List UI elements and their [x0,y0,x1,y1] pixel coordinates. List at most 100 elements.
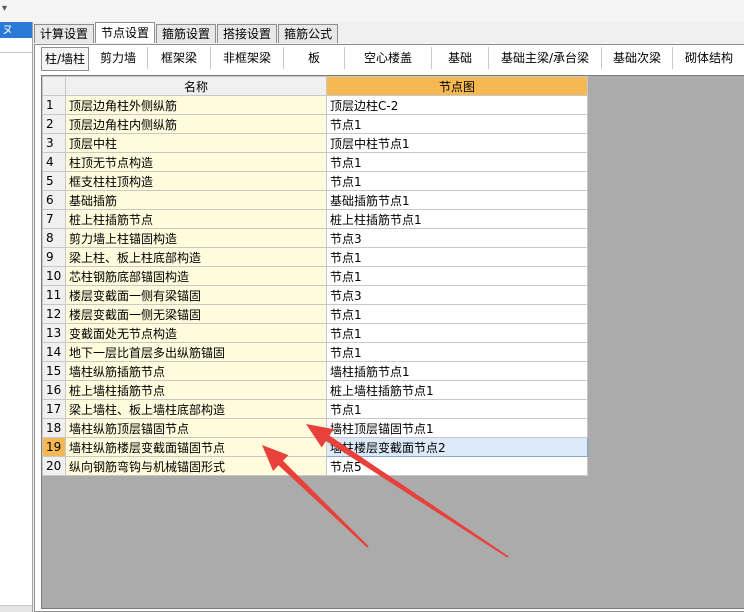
row-number[interactable]: 15 [42,361,66,381]
node-diagram-cell[interactable]: 节点1 [326,304,588,324]
node-name-cell[interactable]: 柱顶无节点构造 [65,152,327,172]
node-diagram-cell[interactable]: 节点1 [326,266,588,286]
row-number[interactable]: 12 [42,304,66,324]
left-panel-header[interactable]: ヌ [0,22,32,38]
node-name-cell[interactable]: 纵向钢筋弯钩与机械锚固形式 [65,456,327,476]
tab-1[interactable]: 计算设置 [34,24,95,43]
table-row[interactable]: 13 变截面处无节点构造 节点1 [42,323,588,343]
node-diagram-cell[interactable]: 节点1 [326,342,588,362]
node-diagram-cell[interactable]: 节点3 [326,285,588,305]
row-number[interactable]: 3 [42,133,66,153]
node-diagram-cell[interactable]: 顶层边柱C-2 [326,95,588,115]
node-diagram-cell[interactable]: 节点1 [326,399,588,419]
node-name-cell[interactable]: 楼层变截面一侧有梁锚固 [65,285,327,305]
node-diagram-cell[interactable]: 桩上墙柱插筋节点1 [326,380,588,400]
row-number[interactable]: 20 [42,456,66,476]
tab-2[interactable]: 节点设置 [95,22,156,43]
row-number[interactable]: 2 [42,114,66,134]
node-diagram-column-header[interactable]: 节点图 [326,76,588,96]
node-name-cell[interactable]: 顶层边角柱内侧纵筋 [65,114,327,134]
subtab-4[interactable]: 非框架梁 [211,47,285,69]
row-number[interactable]: 5 [42,171,66,191]
table-row[interactable]: 17 梁上墙柱、板上墙柱底部构造 节点1 [42,399,588,419]
node-name-cell[interactable]: 梁上墙柱、板上墙柱底部构造 [65,399,327,419]
node-diagram-cell[interactable]: 基础插筋节点1 [326,190,588,210]
table-row[interactable]: 11 楼层变截面一侧有梁锚固 节点3 [42,285,588,305]
subtab-10[interactable]: 砌体结构 [673,47,744,69]
table-row[interactable]: 4 柱顶无节点构造 节点1 [42,152,588,172]
row-number[interactable]: 9 [42,247,66,267]
subtab-2[interactable]: 剪力墙 [89,47,149,69]
row-number[interactable]: 4 [42,152,66,172]
subtab-5[interactable]: 板 [284,47,346,69]
node-diagram-cell[interactable]: 桩上柱插筋节点1 [326,209,588,229]
table-row[interactable]: 3 顶层中柱 顶层中柱节点1 [42,133,588,153]
node-name-cell[interactable]: 地下一层比首层多出纵筋锚固 [65,342,327,362]
subtab-7[interactable]: 基础 [432,47,490,69]
table-row[interactable]: 7 桩上柱插筋节点 桩上柱插筋节点1 [42,209,588,229]
node-name-cell[interactable]: 梁上柱、板上柱底部构造 [65,247,327,267]
row-number[interactable]: 8 [42,228,66,248]
node-name-cell[interactable]: 楼层变截面一侧无梁锚固 [65,304,327,324]
row-number[interactable]: 11 [42,285,66,305]
table-row[interactable]: 9 梁上柱、板上柱底部构造 节点1 [42,247,588,267]
row-number[interactable]: 1 [42,95,66,115]
row-number[interactable]: 6 [42,190,66,210]
table-row[interactable]: 10 芯柱钢筋底部锚固构造 节点1 [42,266,588,286]
table-row[interactable]: 2 顶层边角柱内侧纵筋 节点1 [42,114,588,134]
node-diagram-cell[interactable]: 节点1 [326,323,588,343]
node-diagram-cell[interactable]: 节点1 [326,171,588,191]
node-diagram-cell[interactable]: 墙柱楼层变截面节点2 [326,437,588,457]
node-name-cell[interactable]: 顶层边角柱外侧纵筋 [65,95,327,115]
row-number[interactable]: 13 [42,323,66,343]
node-diagram-cell[interactable]: 墙柱插筋节点1 [326,361,588,381]
subtab-8[interactable]: 基础主梁/承台梁 [489,47,603,69]
subtab-6[interactable]: 空心楼盖 [345,47,433,69]
node-name-cell[interactable]: 顶层中柱 [65,133,327,153]
table-row[interactable]: 8 剪力墙上柱锚固构造 节点3 [42,228,588,248]
node-name-cell[interactable]: 桩上柱插筋节点 [65,209,327,229]
table-row[interactable]: 20 纵向钢筋弯钩与机械锚固形式 节点5 [42,456,588,476]
row-number[interactable]: 7 [42,209,66,229]
node-name-cell[interactable]: 框支柱柱顶构造 [65,171,327,191]
table-row[interactable]: 1 顶层边角柱外侧纵筋 顶层边柱C-2 [42,95,588,115]
row-number[interactable]: 19 [42,437,66,457]
node-diagram-cell[interactable]: 节点3 [326,228,588,248]
node-name-cell[interactable]: 墙柱纵筋楼层变截面锚固节点 [65,437,327,457]
node-diagram-cell[interactable]: 墙柱顶层锚固节点1 [326,418,588,438]
subtab-3[interactable]: 框架梁 [148,47,212,69]
node-diagram-cell[interactable]: 节点1 [326,114,588,134]
name-column-header[interactable]: 名称 [65,76,327,96]
row-number[interactable]: 17 [42,399,66,419]
node-name-cell[interactable]: 墙柱纵筋顶层锚固节点 [65,418,327,438]
tab-3[interactable]: 箍筋设置 [156,24,217,43]
node-name-cell[interactable]: 墙柱纵筋插筋节点 [65,361,327,381]
node-diagram-cell[interactable]: 节点1 [326,152,588,172]
row-number[interactable]: 16 [42,380,66,400]
node-name-cell[interactable]: 芯柱钢筋底部锚固构造 [65,266,327,286]
node-diagram-cell[interactable]: 节点1 [326,247,588,267]
subtab-9[interactable]: 基础次梁 [602,47,674,69]
table-row[interactable]: 18 墙柱纵筋顶层锚固节点 墙柱顶层锚固节点1 [42,418,588,438]
table-row[interactable]: 15 墙柱纵筋插筋节点 墙柱插筋节点1 [42,361,588,381]
tab-4[interactable]: 搭接设置 [217,24,278,43]
table-row[interactable]: 14 地下一层比首层多出纵筋锚固 节点1 [42,342,588,362]
tab-5[interactable]: 箍筋公式 [278,24,339,43]
table-row[interactable]: 16 桩上墙柱插筋节点 桩上墙柱插筋节点1 [42,380,588,400]
table-row[interactable]: 19 墙柱纵筋楼层变截面锚固节点 墙柱楼层变截面节点2 [42,437,588,457]
node-diagram-cell[interactable]: 顶层中柱节点1 [326,133,588,153]
row-number[interactable]: 10 [42,266,66,286]
dropdown-arrow-icon[interactable]: ▾ [2,3,7,14]
left-panel-scrollbar[interactable] [0,605,32,612]
row-number[interactable]: 18 [42,418,66,438]
node-diagram-cell[interactable]: 节点5 [326,456,588,476]
table-row[interactable]: 5 框支柱柱顶构造 节点1 [42,171,588,191]
table-row[interactable]: 12 楼层变截面一侧无梁锚固 节点1 [42,304,588,324]
table-row[interactable]: 6 基础插筋 基础插筋节点1 [42,190,588,210]
node-name-cell[interactable]: 基础插筋 [65,190,327,210]
node-name-cell[interactable]: 变截面处无节点构造 [65,323,327,343]
row-number[interactable]: 14 [42,342,66,362]
subtab-1[interactable]: 柱/墙柱 [41,47,90,71]
node-name-cell[interactable]: 桩上墙柱插筋节点 [65,380,327,400]
node-name-cell[interactable]: 剪力墙上柱锚固构造 [65,228,327,248]
